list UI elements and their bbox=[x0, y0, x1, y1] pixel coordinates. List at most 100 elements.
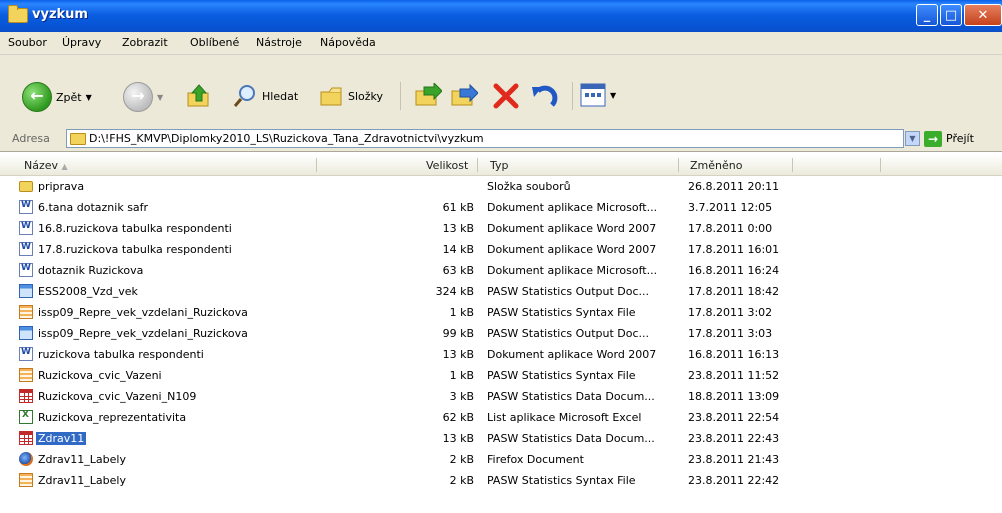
file-modified: 17.8.2011 16:01 bbox=[688, 243, 780, 256]
word-doc-icon bbox=[19, 221, 33, 235]
spss-data-icon bbox=[19, 431, 33, 445]
file-type: PASW Statistics Data Docum... bbox=[487, 432, 655, 445]
file-name: Zdrav11 bbox=[36, 432, 87, 445]
file-row[interactable]: 16.8.ruzickova tabulka respondenti 13 kB D… bbox=[0, 219, 1002, 238]
file-modified: 23.8.2011 21:43 bbox=[688, 453, 780, 466]
file-size: 3 kB bbox=[449, 390, 474, 403]
file-size: 14 kB bbox=[442, 243, 474, 256]
column-header-modified[interactable]: Změněno bbox=[690, 159, 742, 172]
copy-to-icon[interactable] bbox=[450, 83, 478, 109]
excel-icon bbox=[19, 410, 33, 424]
address-input[interactable]: D:\!FHS_KMVP\Diplomky2010_LS\Ruzickova_T… bbox=[66, 129, 904, 148]
file-name: Ruzickova_reprezentativita bbox=[38, 411, 187, 424]
window-title: vyzkum bbox=[32, 7, 88, 22]
file-row[interactable]: Zdrav11_Labely 2 kB PASW Statistics Syntax… bbox=[0, 471, 1002, 490]
menu-nastroje[interactable]: Nástroje bbox=[256, 36, 302, 49]
back-label: Zpět bbox=[56, 90, 82, 104]
file-size: 13 kB bbox=[442, 348, 474, 361]
file-type: Dokument aplikace Microsoft... bbox=[487, 264, 658, 277]
menu-zobrazit[interactable]: Zobrazit bbox=[122, 36, 168, 49]
column-header-type[interactable]: Typ bbox=[490, 159, 509, 172]
file-row[interactable]: dotaznik Ruzickova 63 kB Dokument aplikace… bbox=[0, 261, 1002, 280]
maximize-button[interactable]: □ bbox=[940, 4, 962, 26]
delete-icon[interactable] bbox=[492, 83, 520, 109]
file-modified: 26.8.2011 20:11 bbox=[688, 180, 780, 193]
folders-label: Složky bbox=[348, 89, 384, 103]
file-row[interactable]: ruzickova tabulka respondenti 13 kB Dokume… bbox=[0, 345, 1002, 364]
file-modified: 17.8.2011 3:03 bbox=[688, 327, 773, 340]
address-label: Adresa bbox=[12, 132, 50, 145]
go-button[interactable]: Přejít bbox=[946, 132, 974, 145]
file-modified: 3.7.2011 12:05 bbox=[688, 201, 773, 214]
menu-upravy[interactable]: Úpravy bbox=[62, 36, 101, 49]
forward-arrow-icon: → bbox=[123, 82, 153, 112]
undo-icon[interactable] bbox=[530, 83, 558, 109]
file-modified: 18.8.2011 13:09 bbox=[688, 390, 780, 403]
column-header-size[interactable]: Velikost bbox=[426, 159, 468, 172]
file-name: Ruzickova_cvic_Vazeni bbox=[38, 369, 162, 382]
file-row[interactable]: Zdrav11_Labely 2 kB Firefox Document 23.8.2… bbox=[0, 450, 1002, 469]
up-folder-icon[interactable] bbox=[186, 83, 212, 109]
spss-output-icon bbox=[19, 326, 33, 340]
file-row[interactable]: Ruzickova_reprezentativita 62 kB List apli… bbox=[0, 408, 1002, 427]
file-type: Firefox Document bbox=[487, 453, 584, 466]
file-row[interactable]: ESS2008_Vzd_vek 324 kB PASW Statistics Out… bbox=[0, 282, 1002, 301]
file-size: 2 kB bbox=[449, 474, 474, 487]
file-size: 61 kB bbox=[442, 201, 474, 214]
file-name: Zdrav11_Labely bbox=[38, 453, 126, 466]
file-type: PASW Statistics Output Doc... bbox=[487, 327, 650, 340]
spss-syntax-icon bbox=[19, 473, 33, 487]
close-button[interactable]: ✕ bbox=[964, 4, 1002, 26]
file-type: PASW Statistics Syntax File bbox=[487, 474, 636, 487]
search-icon bbox=[233, 85, 255, 107]
chevron-down-icon: ▼ bbox=[610, 90, 617, 100]
menu-bar: Soubor Úpravy Zobrazit Oblíbené Nástroje… bbox=[0, 32, 1002, 83]
menu-oblibene[interactable]: Oblíbené bbox=[190, 36, 239, 49]
chevron-down-icon: ▼ bbox=[157, 92, 164, 102]
column-header-name[interactable]: Název ▲ bbox=[24, 159, 68, 172]
file-row[interactable]: Ruzickova_cvic_Vazeni_N109 3 kB PASW Stati… bbox=[0, 387, 1002, 406]
go-icon[interactable]: → bbox=[924, 131, 942, 147]
back-button[interactable]: ← Zpět ▼ bbox=[22, 82, 92, 112]
file-name: issp09_Repre_vek_vzdelani_Ruzickova bbox=[38, 327, 248, 340]
sort-ascending-icon: ▲ bbox=[61, 162, 68, 171]
spss-syntax-icon bbox=[19, 368, 33, 382]
file-name: issp09_Repre_vek_vzdelani_Ruzickova bbox=[38, 306, 248, 319]
file-type: Dokument aplikace Word 2007 bbox=[487, 243, 657, 256]
file-name: Zdrav11_Labely bbox=[38, 474, 126, 487]
views-button[interactable]: ▼ bbox=[580, 83, 616, 107]
menu-napoveda[interactable]: Nápověda bbox=[320, 36, 376, 49]
file-modified: 17.8.2011 3:02 bbox=[688, 306, 773, 319]
menu-soubor[interactable]: Soubor bbox=[8, 36, 47, 49]
file-size: 2 kB bbox=[449, 453, 474, 466]
search-button[interactable]: Hledat bbox=[232, 83, 298, 109]
file-modified: 23.8.2011 22:43 bbox=[688, 432, 780, 445]
forward-button[interactable]: → ▼ bbox=[123, 82, 163, 112]
move-to-icon[interactable] bbox=[414, 83, 442, 109]
back-arrow-icon: ← bbox=[22, 82, 52, 112]
file-row[interactable]: 6.tana dotaznik safr 61 kB Dokument aplika… bbox=[0, 198, 1002, 217]
folders-button[interactable]: Složky bbox=[318, 83, 383, 109]
file-size: 62 kB bbox=[442, 411, 474, 424]
file-row[interactable]: priprava Složka souborů 26.8.2011 20:11 bbox=[0, 177, 1002, 196]
file-type: Dokument aplikace Word 2007 bbox=[487, 222, 657, 235]
title-bar[interactable]: vyzkum _ □ ✕ bbox=[0, 0, 1002, 32]
spss-syntax-icon bbox=[19, 305, 33, 319]
views-icon bbox=[580, 83, 606, 107]
file-row[interactable]: Zdrav11 13 kB PASW Statistics Data Docum..… bbox=[0, 429, 1002, 448]
address-dropdown-button[interactable]: ▼ bbox=[905, 131, 920, 146]
spss-data-icon bbox=[19, 389, 33, 403]
file-type: PASW Statistics Data Docum... bbox=[487, 390, 655, 403]
file-row[interactable]: 17.8.ruzickova tabulka respondenti 14 kB D… bbox=[0, 240, 1002, 259]
word-doc-icon bbox=[19, 200, 33, 214]
chevron-down-icon: ▼ bbox=[85, 92, 92, 102]
file-name: Ruzickova_cvic_Vazeni_N109 bbox=[38, 390, 197, 403]
file-row[interactable]: Ruzickova_cvic_Vazeni 1 kB PASW Statistics… bbox=[0, 366, 1002, 385]
file-row[interactable]: issp09_Repre_vek_vzdelani_Ruzickova 99 kB… bbox=[0, 324, 1002, 343]
minimize-button[interactable]: _ bbox=[916, 4, 938, 26]
file-size: 1 kB bbox=[449, 369, 474, 382]
file-size: 1 kB bbox=[449, 306, 474, 319]
folder-icon bbox=[8, 5, 28, 23]
file-modified: 23.8.2011 22:54 bbox=[688, 411, 780, 424]
file-row[interactable]: issp09_Repre_vek_vzdelani_Ruzickova 1 kB P… bbox=[0, 303, 1002, 322]
